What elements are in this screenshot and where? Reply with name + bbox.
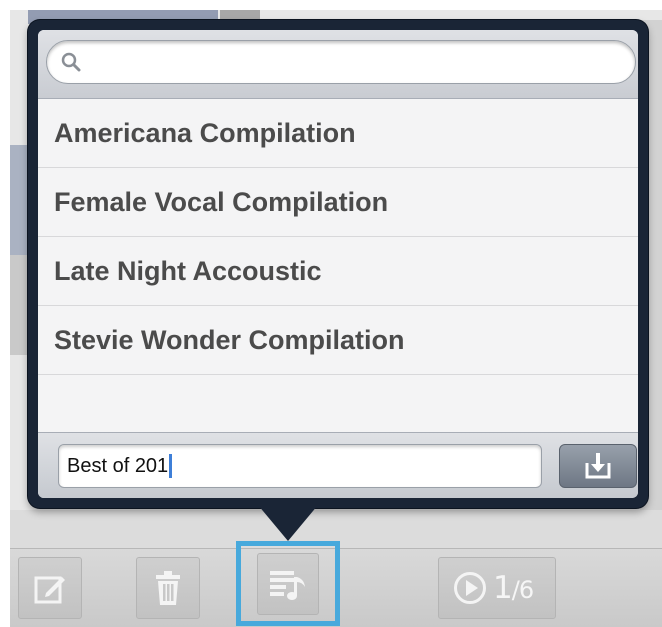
new-playlist-name-field[interactable]: Best of 201 (58, 444, 542, 488)
background-thumbnail (10, 145, 28, 255)
page-counter: 1/6 (493, 570, 534, 606)
save-playlist-button[interactable] (559, 444, 637, 488)
new-playlist-bar: Best of 201 (38, 432, 638, 498)
search-bar (38, 30, 638, 99)
playlist-icon (270, 570, 305, 600)
list-item[interactable]: Female Vocal Compilation (38, 168, 638, 237)
list-item[interactable]: Stevie Wonder Compilation (38, 306, 638, 375)
list-empty-row (38, 375, 638, 431)
popover-content: Americana Compilation Female Vocal Compi… (38, 30, 638, 498)
edit-icon (34, 576, 65, 604)
playlist-popover: Americana Compilation Female Vocal Compi… (28, 20, 648, 508)
text-caret (169, 454, 173, 478)
search-input[interactable] (89, 48, 613, 76)
list-item[interactable]: Late Night Accoustic (38, 237, 638, 306)
list-item[interactable]: Americana Compilation (38, 99, 638, 168)
popover-arrow (258, 505, 318, 541)
playlist-button-face (257, 552, 319, 615)
play-icon (454, 572, 486, 604)
edit-button[interactable] (18, 557, 82, 619)
delete-button[interactable] (136, 557, 200, 619)
slideshow-button[interactable]: 1/6 (438, 557, 556, 619)
playlist-list: Americana Compilation Female Vocal Compi… (38, 99, 638, 431)
search-field[interactable] (46, 40, 636, 84)
add-to-playlist-button[interactable] (236, 541, 340, 626)
save-to-playlist-icon (585, 453, 611, 479)
background-panel (10, 255, 28, 355)
search-icon (61, 52, 81, 72)
new-playlist-name-value: Best of 201 (67, 454, 169, 477)
trash-icon (156, 571, 180, 605)
